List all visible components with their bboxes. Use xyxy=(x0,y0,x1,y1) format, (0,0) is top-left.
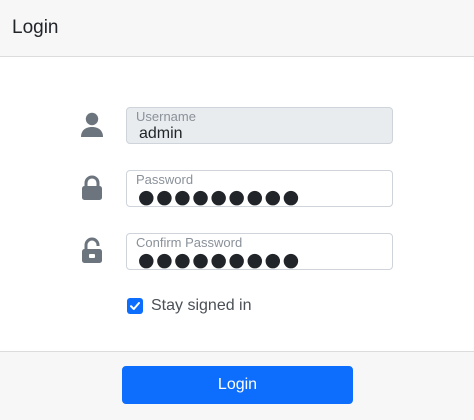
password-field[interactable]: Password ●●●●●●●●● xyxy=(126,170,393,207)
username-field[interactable]: Username admin xyxy=(126,107,393,144)
username-value: admin xyxy=(139,125,183,142)
password-value: ●●●●●●●●● xyxy=(138,186,301,208)
confirm-password-field[interactable]: Confirm Password ●●●●●●●●● xyxy=(126,233,393,270)
login-button[interactable]: Login xyxy=(122,366,353,404)
lock-icon xyxy=(78,174,106,202)
stay-signed-in-checkbox[interactable] xyxy=(127,298,143,314)
username-label: Username xyxy=(136,109,196,124)
user-icon xyxy=(78,111,106,139)
dialog-header: Login xyxy=(0,0,474,57)
unlock-icon xyxy=(78,237,106,265)
stay-signed-in-row[interactable]: Stay signed in xyxy=(127,296,252,316)
checkmark-icon xyxy=(130,302,140,310)
dialog-footer: Login xyxy=(0,351,474,420)
stay-signed-in-label[interactable]: Stay signed in xyxy=(151,297,252,315)
dialog-title: Login xyxy=(12,17,59,38)
confirm-password-label: Confirm Password xyxy=(136,235,243,250)
confirm-password-value: ●●●●●●●●● xyxy=(138,249,301,271)
password-label: Password xyxy=(136,172,194,187)
login-dialog: Login Username admin Password ●●●●●●●●● … xyxy=(0,0,474,420)
